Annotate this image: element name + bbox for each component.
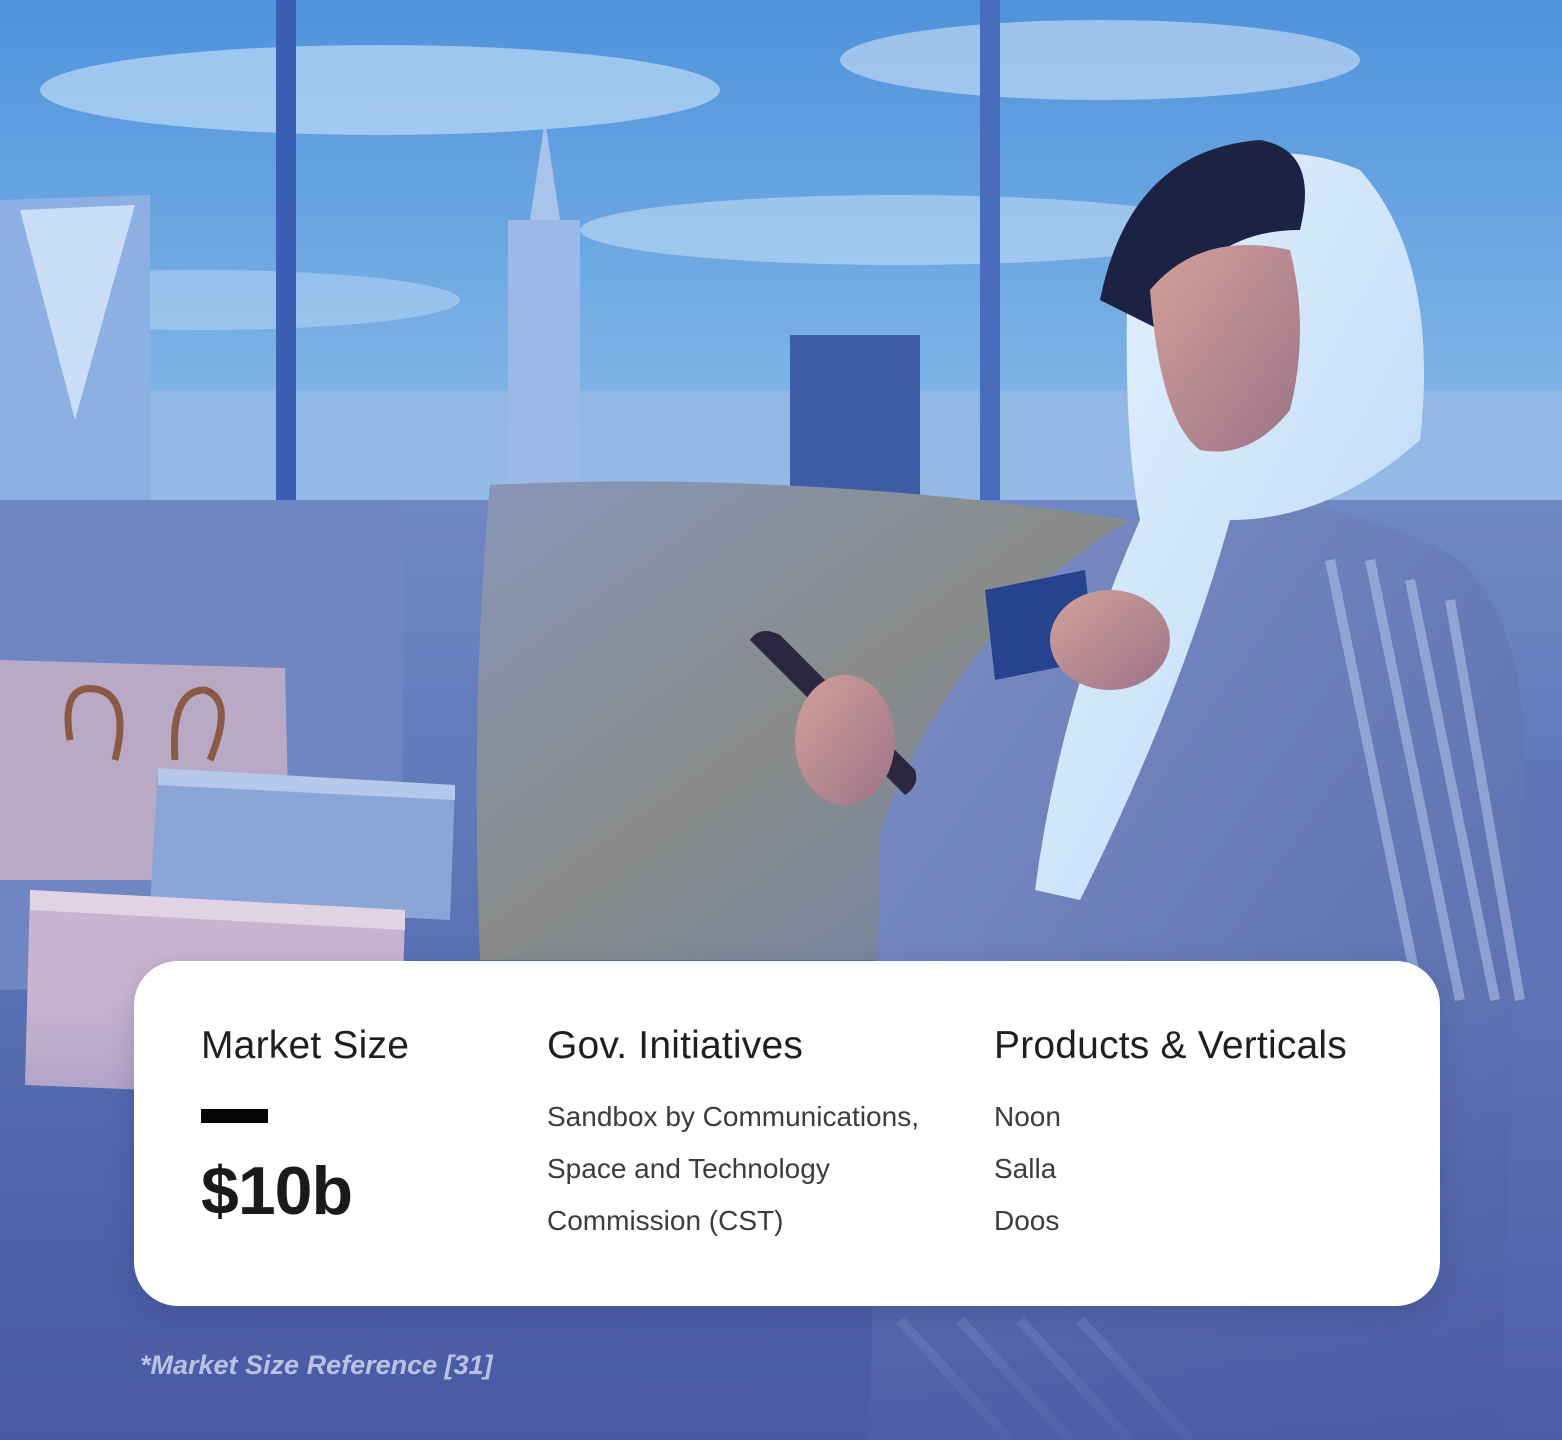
market-size-heading: Market Size	[201, 1024, 410, 1067]
products-verticals-list: Noon Salla Doos	[994, 1091, 1061, 1247]
products-verticals-item: Noon	[994, 1101, 1061, 1132]
products-verticals-item: Salla	[994, 1153, 1057, 1184]
info-card: Market Size $10b Gov. Initiatives Sandbo…	[134, 961, 1440, 1306]
products-verticals-section: Products & Verticals Noon Salla Doos	[994, 961, 1414, 1306]
market-size-section: Market Size $10b	[201, 961, 501, 1306]
gov-initiatives-heading: Gov. Initiatives	[547, 1024, 804, 1067]
gov-initiatives-line: Commission (CST)	[547, 1205, 784, 1236]
products-verticals-heading: Products & Verticals	[994, 1024, 1347, 1067]
products-verticals-item: Doos	[994, 1205, 1060, 1236]
market-size-value: $10b	[201, 1153, 353, 1229]
market-size-footnote: *Market Size Reference [31]	[140, 1350, 493, 1380]
gov-initiatives-line: Space and Technology	[547, 1153, 830, 1184]
gov-initiatives-list: Sandbox by Communications, Space and Tec…	[547, 1091, 919, 1247]
gov-initiatives-line: Sandbox by Communications,	[547, 1101, 919, 1132]
gov-initiatives-section: Gov. Initiatives Sandbox by Communicatio…	[547, 961, 967, 1306]
accent-dash	[201, 1109, 268, 1123]
